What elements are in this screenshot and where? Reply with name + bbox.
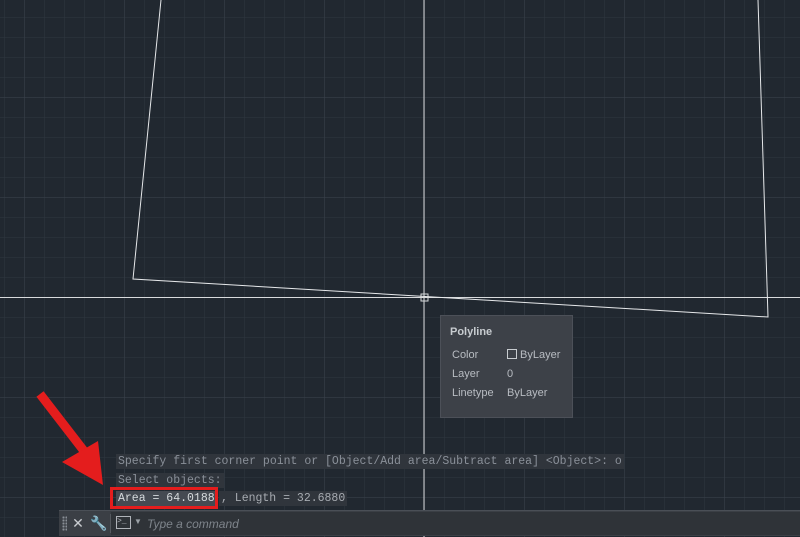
chevron-down-icon[interactable]: ▼	[134, 517, 142, 526]
tooltip-value-layer: 0	[507, 368, 514, 380]
properties-tooltip: Polyline Color ByLayer Layer 0 Linetype …	[440, 315, 573, 418]
area-highlight-box	[110, 487, 218, 509]
command-input-area[interactable]: >_ ▼	[111, 512, 800, 535]
tooltip-value-linetype: ByLayer	[507, 387, 548, 399]
tooltip-title: Polyline	[450, 326, 493, 338]
tooltip-value-color: ByLayer	[507, 349, 560, 361]
command-line-bar: ✕ 🔧 >_ ▼	[59, 510, 800, 536]
tooltip-label-color: Color	[452, 349, 479, 361]
color-swatch-icon	[507, 349, 517, 359]
drawing-viewport[interactable]: Polyline Color ByLayer Layer 0 Linetype …	[0, 0, 800, 537]
wrench-icon[interactable]: 🔧	[90, 514, 108, 532]
tooltip-label-linetype: Linetype	[452, 387, 494, 399]
close-icon[interactable]: ✕	[69, 514, 87, 532]
command-prompt-icon[interactable]: >_	[116, 516, 131, 529]
drag-handle-icon[interactable]	[62, 516, 67, 531]
annotation-arrow	[36, 391, 103, 485]
command-history-line: Select objects:	[116, 473, 224, 488]
tooltip-label-layer: Layer	[452, 368, 480, 380]
command-input[interactable]	[145, 515, 749, 533]
polyline-shape	[132, 0, 769, 318]
command-history-line: Specify first corner point or [Object/Ad…	[116, 454, 624, 469]
tooltip-color-text: ByLayer	[520, 349, 561, 361]
length-result: , Length = 32.6880	[219, 491, 348, 506]
